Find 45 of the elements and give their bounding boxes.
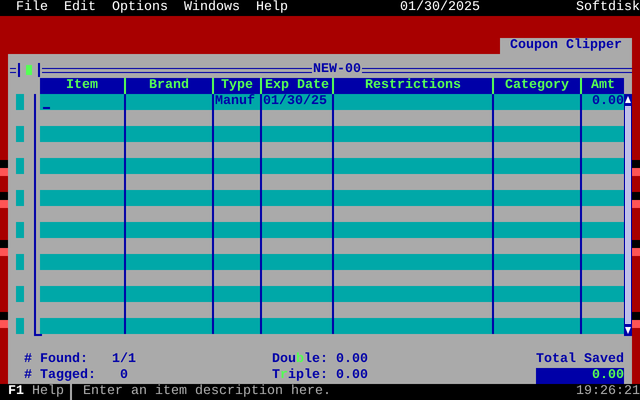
menu-item[interactable]: Help [256,0,288,16]
brand-text: Softdisk [576,0,640,16]
help-key[interactable]: F1 [8,384,24,400]
clock-text: 19:26:21 [576,384,640,400]
edge-stripe [632,240,640,256]
row-marker[interactable] [16,126,24,142]
edge-stripe [0,312,8,328]
double-total: Double: 0.00 [272,352,369,368]
tagged-count: 0 [119,368,129,384]
found-label: # Found: [24,352,89,368]
tagged-label: # Tagged: [24,368,97,384]
table-cell: Manuf [215,94,255,109]
date-text: 01/30/2025 [400,0,480,16]
total-saved-value: 0.00 [536,368,624,384]
status-message: Enter an item description here. [83,384,331,400]
total-saved-label: Total Saved [536,352,624,368]
menu-item[interactable]: Edit [64,0,96,16]
close-box-icon[interactable] [18,63,40,77]
row-marker[interactable] [16,286,24,302]
table-cell: 0.00 [592,94,624,109]
edge-stripe [0,192,8,208]
edge-stripe [0,240,8,256]
row-marker[interactable] [16,158,24,174]
window-title: NEW-00 [312,62,362,78]
edge-stripe [632,160,640,176]
found-count: 1/1 [112,352,137,368]
table-row[interactable]: Manuf 01/30/25 0.00 [40,94,624,110]
column-header[interactable]: Item [40,78,124,94]
text-cursor [43,107,50,109]
edge-stripe [632,312,640,328]
menu-item[interactable]: Options [112,0,168,16]
row-marker[interactable] [16,222,24,238]
app-tab[interactable]: Coupon Clipper [500,38,632,54]
row-marker[interactable] [16,318,24,334]
help-label: Help [32,384,64,400]
row-marker[interactable] [16,190,24,206]
row-marker[interactable] [16,254,24,270]
menu-item[interactable]: Windows [184,0,240,16]
scrollbar[interactable] [624,94,632,336]
menu-item[interactable]: File [16,0,48,16]
table-cell: 01/30/25 [263,94,327,109]
edge-stripe [632,192,640,208]
edge-stripe [0,160,8,176]
triple-total: Triple: 0.00 [272,368,369,384]
row-marker[interactable] [16,94,24,110]
